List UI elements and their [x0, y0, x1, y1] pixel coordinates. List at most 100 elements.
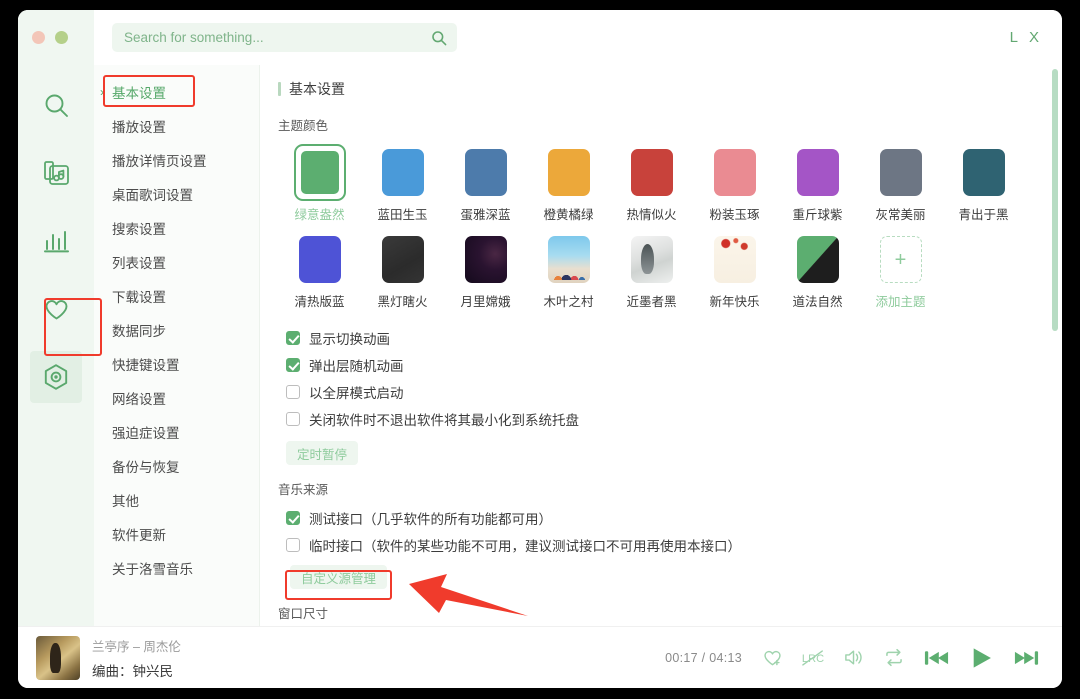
- nav-item-9[interactable]: 网络设置: [94, 381, 259, 415]
- theme-item[interactable]: 重斤球紫: [776, 144, 859, 223]
- theme-item[interactable]: 热情似火: [610, 144, 693, 223]
- source-row-0[interactable]: 测试接口（几乎软件的所有功能都可用）: [286, 504, 1062, 531]
- search-icon[interactable]: [431, 30, 447, 46]
- theme-item[interactable]: 粉装玉琢: [693, 144, 776, 223]
- theme-item[interactable]: 蛋雅深蓝: [444, 144, 527, 223]
- theme-item[interactable]: 橙黄橘绿: [527, 144, 610, 223]
- theme-swatch: [382, 149, 424, 196]
- option-row-1[interactable]: 弹出层随机动画: [286, 351, 1062, 378]
- theme-swatch-wrap: +: [875, 231, 927, 288]
- time-display: 00:17 / 04:13: [665, 651, 742, 665]
- nav-item-7[interactable]: 数据同步: [94, 313, 259, 347]
- theme-label: 月里嫦娥: [460, 291, 510, 310]
- theme-item[interactable]: 青出于黑: [942, 144, 1025, 223]
- theme-label: 青出于黑: [958, 204, 1008, 223]
- option-row-2[interactable]: 以全屏模式启动: [286, 378, 1062, 405]
- theme-item[interactable]: 绿意盎然: [278, 144, 361, 223]
- theme-swatch-wrap: [460, 144, 512, 201]
- nav-item-13[interactable]: 软件更新: [94, 517, 259, 551]
- rail-item-ranking[interactable]: [30, 215, 82, 267]
- nav-item-12[interactable]: 其他: [94, 483, 259, 517]
- nav-item-1[interactable]: 播放设置: [94, 109, 259, 143]
- checkbox-unchecked-icon[interactable]: [286, 538, 300, 552]
- theme-item[interactable]: 蓝田生玉: [361, 144, 444, 223]
- nav-item-14[interactable]: 关于洛雪音乐: [94, 551, 259, 585]
- nav-item-3[interactable]: 桌面歌词设置: [94, 177, 259, 211]
- theme-swatch-wrap: [543, 144, 595, 201]
- theme-item[interactable]: 清热版蓝: [278, 231, 361, 310]
- rail-item-search[interactable]: [30, 79, 82, 131]
- vertical-scrollbar[interactable]: [1052, 69, 1058, 331]
- theme-swatch-wrap: [377, 144, 429, 201]
- nav-item-6[interactable]: 下载设置: [94, 279, 259, 313]
- theme-swatch: [714, 236, 756, 283]
- checkbox-checked-icon[interactable]: [286, 358, 300, 372]
- nav-item-11[interactable]: 备份与恢复: [94, 449, 259, 483]
- theme-color-label: 主题颜色: [278, 115, 1062, 134]
- repeat-icon[interactable]: [883, 647, 905, 668]
- theme-swatch-wrap: [377, 231, 429, 288]
- volume-icon[interactable]: [843, 647, 865, 668]
- play-icon[interactable]: [968, 645, 995, 671]
- general-options: 显示切换动画 弹出层随机动画 以全屏模式启动 关闭软件时不退出软件将其最小化到系…: [278, 324, 1062, 432]
- theme-label: 黑灯瞎火: [377, 291, 427, 310]
- theme-swatch: [299, 236, 341, 283]
- theme-item[interactable]: 近墨者黑: [610, 231, 693, 310]
- add-theme-item[interactable]: + 添加主题: [859, 231, 942, 310]
- theme-label: 新年快乐: [709, 291, 759, 310]
- theme-swatch: [548, 149, 590, 196]
- rail-item-favorites[interactable]: [30, 283, 82, 335]
- nav-item-label: 强迫症设置: [112, 422, 180, 442]
- theme-item[interactable]: 道法自然: [776, 231, 859, 310]
- nav-item-label: 其他: [112, 490, 139, 510]
- option-row-3[interactable]: 关闭软件时不退出软件将其最小化到系统托盘: [286, 405, 1062, 432]
- nav-item-10[interactable]: 强迫症设置: [94, 415, 259, 449]
- theme-label: 灰常美丽: [875, 204, 925, 223]
- theme-item[interactable]: 灰常美丽: [859, 144, 942, 223]
- nav-item-2[interactable]: 播放详情页设置: [94, 143, 259, 177]
- timer-pause-button[interactable]: 定时暂停: [286, 441, 358, 465]
- player-controls: LRC: [762, 645, 1040, 671]
- track-subtitle: 编曲：钟兴民: [92, 660, 181, 680]
- close-button[interactable]: X: [1029, 29, 1040, 46]
- nav-item-label: 播放详情页设置: [112, 150, 207, 170]
- search-box[interactable]: [112, 23, 457, 52]
- track-title: 兰亭序 – 周杰伦: [92, 636, 181, 655]
- nav-item-4[interactable]: 搜索设置: [94, 211, 259, 245]
- settings-nav: › 基本设置 播放设置 播放详情页设置 桌面歌词设置 搜索设置 列表设置 下载设…: [94, 65, 260, 626]
- album-cover[interactable]: [36, 636, 80, 680]
- rail-item-music-library[interactable]: [30, 147, 82, 199]
- previous-icon[interactable]: [923, 647, 950, 669]
- theme-swatch-wrap: [792, 144, 844, 201]
- nav-item-label: 快捷键设置: [112, 354, 180, 374]
- chevron-right-icon: ›: [100, 85, 104, 99]
- nav-item-label: 列表设置: [112, 252, 166, 272]
- source-row-1[interactable]: 临时接口（软件的某些功能不可用，建议测试接口不可用再使用本接口）: [286, 531, 1062, 558]
- custom-source-button[interactable]: 自定义源管理: [290, 565, 387, 589]
- next-icon[interactable]: [1013, 647, 1040, 669]
- close-dot[interactable]: [32, 31, 45, 44]
- minimize-button[interactable]: L: [1010, 29, 1019, 46]
- checkbox-checked-icon[interactable]: [286, 331, 300, 345]
- rail-item-settings[interactable]: [30, 351, 82, 403]
- theme-swatch: [631, 149, 673, 196]
- theme-label: 添加主题: [875, 291, 925, 310]
- theme-item[interactable]: 木叶之村: [527, 231, 610, 310]
- theme-item[interactable]: 月里嫦娥: [444, 231, 527, 310]
- theme-item[interactable]: 黑灯瞎火: [361, 231, 444, 310]
- checkbox-checked-icon[interactable]: [286, 511, 300, 525]
- nav-item-0[interactable]: › 基本设置: [94, 75, 259, 109]
- checkbox-unchecked-icon[interactable]: [286, 385, 300, 399]
- lrc-icon[interactable]: LRC: [801, 647, 825, 668]
- heart-plus-icon[interactable]: [762, 647, 783, 668]
- checkbox-unchecked-icon[interactable]: [286, 412, 300, 426]
- player-bar: 兰亭序 – 周杰伦 编曲：钟兴民 00:17 / 04:13 LRC: [18, 626, 1062, 688]
- theme-item[interactable]: 新年快乐: [693, 231, 776, 310]
- nav-item-8[interactable]: 快捷键设置: [94, 347, 259, 381]
- nav-item-5[interactable]: 列表设置: [94, 245, 259, 279]
- search-input[interactable]: [124, 30, 431, 45]
- minimize-dot[interactable]: [55, 31, 68, 44]
- option-row-0[interactable]: 显示切换动画: [286, 324, 1062, 351]
- nav-item-label: 备份与恢复: [112, 456, 180, 476]
- nav-item-label: 数据同步: [112, 320, 166, 340]
